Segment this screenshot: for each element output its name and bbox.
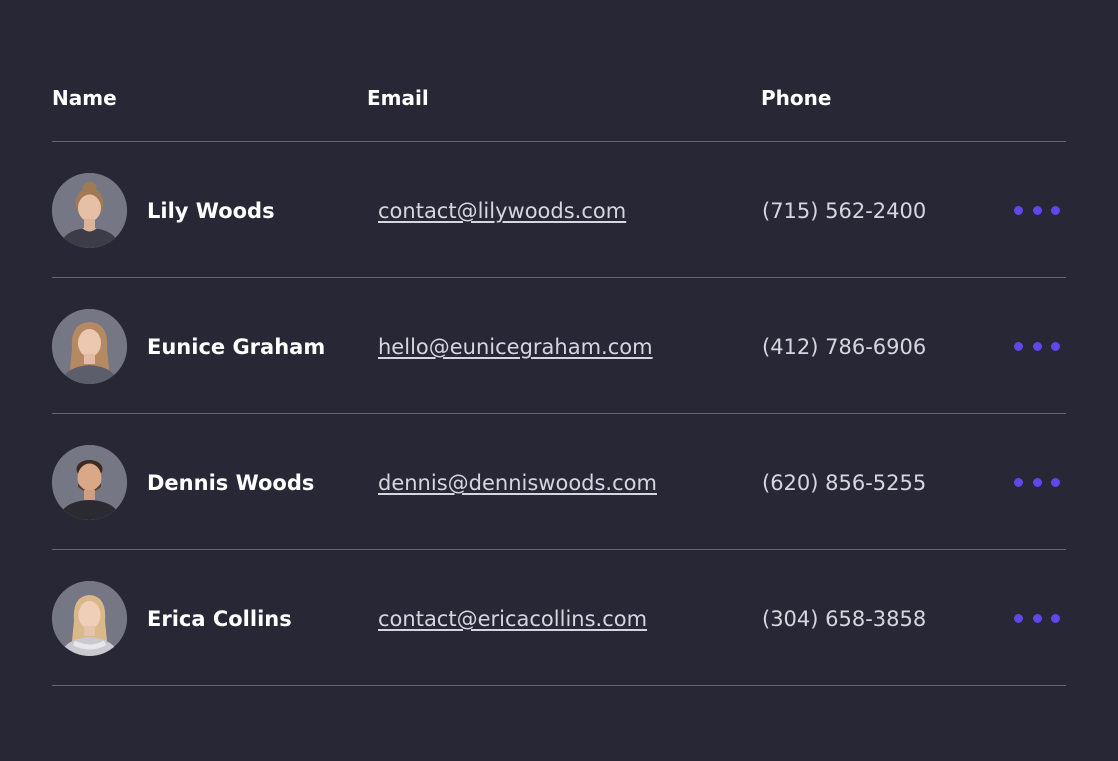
person-avatar-icon bbox=[52, 581, 127, 656]
table-row: Eunice Graham hello@eunicegraham.com (41… bbox=[52, 278, 1066, 414]
contact-phone: (715) 562-2400 bbox=[762, 199, 927, 223]
row-actions-button[interactable] bbox=[1014, 198, 1060, 222]
more-horizontal-icon bbox=[1014, 341, 1060, 351]
more-horizontal-icon bbox=[1014, 477, 1060, 487]
person-avatar-icon bbox=[52, 173, 127, 248]
contact-name: Dennis Woods bbox=[147, 471, 315, 495]
contact-email-link[interactable]: contact@lilywoods.com bbox=[378, 198, 626, 224]
table-row: Erica Collins contact@ericacollins.com (… bbox=[52, 550, 1066, 686]
contact-name: Erica Collins bbox=[147, 607, 292, 631]
contact-email-link[interactable]: dennis@denniswoods.com bbox=[378, 470, 657, 496]
person-avatar-icon bbox=[52, 445, 127, 520]
contact-phone: (304) 658-3858 bbox=[762, 607, 927, 631]
person-avatar-icon bbox=[52, 309, 127, 384]
contact-name: Eunice Graham bbox=[147, 335, 326, 359]
avatar bbox=[52, 581, 127, 656]
avatar bbox=[52, 309, 127, 384]
more-horizontal-icon bbox=[1014, 613, 1060, 623]
table-row: Lily Woods contact@lilywoods.com (715) 5… bbox=[52, 142, 1066, 278]
more-horizontal-icon bbox=[1014, 205, 1060, 215]
table-row: Dennis Woods dennis@denniswoods.com (620… bbox=[52, 414, 1066, 550]
column-header-email: Email bbox=[367, 86, 429, 110]
column-header-phone: Phone bbox=[761, 86, 832, 110]
avatar bbox=[52, 173, 127, 248]
contact-phone: (620) 856-5255 bbox=[762, 471, 927, 495]
contacts-table: Name Email Phone Lily Woods contact@lily… bbox=[52, 0, 1066, 686]
contact-phone: (412) 786-6906 bbox=[762, 335, 927, 359]
column-header-name: Name bbox=[52, 86, 117, 110]
row-actions-button[interactable] bbox=[1014, 470, 1060, 494]
row-actions-button[interactable] bbox=[1014, 334, 1060, 358]
contact-email-link[interactable]: contact@ericacollins.com bbox=[378, 606, 647, 632]
avatar bbox=[52, 445, 127, 520]
contact-name: Lily Woods bbox=[147, 199, 275, 223]
row-actions-button[interactable] bbox=[1014, 606, 1060, 630]
contact-email-link[interactable]: hello@eunicegraham.com bbox=[378, 334, 653, 360]
table-header: Name Email Phone bbox=[52, 0, 1066, 142]
